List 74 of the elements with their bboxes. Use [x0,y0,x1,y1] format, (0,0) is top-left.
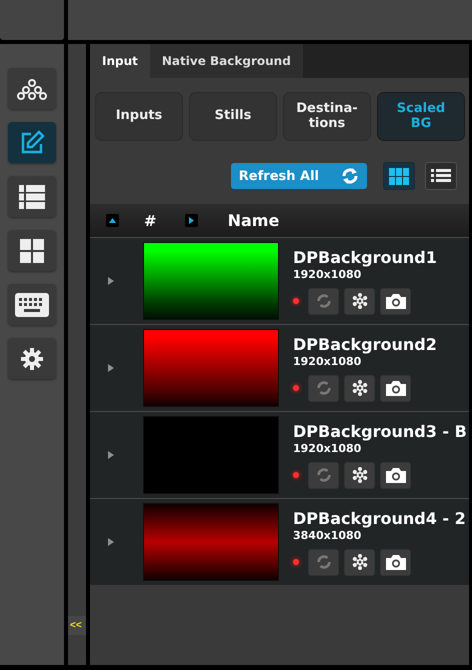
column-header: Name [228,211,280,230]
freeze-button[interactable] [344,374,375,402]
grid-icon [20,238,44,262]
sidebar-button[interactable] [8,176,56,217]
snowflake-icon [350,292,368,310]
status-dot-icon [293,298,299,304]
collapse-toggle[interactable]: << [68,616,86,635]
refresh-button[interactable] [308,548,339,576]
refresh-icon [341,167,359,185]
expand-icon[interactable] [108,364,114,372]
status-dot-icon [293,472,299,478]
sidebar-button[interactable] [8,68,56,109]
category-button[interactable]: Scaled BG [377,92,465,141]
snowflake-icon [350,466,368,484]
status-dot-icon [293,385,299,391]
refresh-icon [316,380,332,396]
edit-icon [19,130,45,156]
camera-icon [386,380,406,396]
hierarchy-icon [16,78,48,100]
list-icon [19,184,45,208]
source-name: DPBackground2 [293,334,437,354]
sidebar-button[interactable] [8,284,56,325]
list-view-button[interactable] [425,162,457,190]
settings-icon [21,348,43,370]
sidebar-button[interactable] [8,338,56,379]
sort-up-icon[interactable] [106,214,119,227]
freeze-button[interactable] [344,288,375,314]
camera-icon [386,554,406,570]
expand-icon[interactable] [108,277,114,285]
sidebar-button[interactable] [8,122,56,163]
source-name: DPBackground1 [293,248,437,266]
category-button[interactable]: Stills [189,92,277,141]
resolution-text: 3840x1080 [293,528,362,542]
tab[interactable]: Native Background [150,44,303,78]
snowflake-icon [350,379,368,397]
expand-icon[interactable] [108,451,114,459]
snapshot-button[interactable] [380,548,411,576]
refresh-button[interactable] [308,288,339,314]
refresh-icon [316,554,332,570]
snapshot-button[interactable] [380,462,411,488]
refresh-button[interactable] [308,462,339,488]
freeze-button[interactable] [344,462,375,488]
snapshot-button[interactable] [380,374,411,402]
camera-icon [386,293,406,309]
refresh-button[interactable] [308,374,339,402]
source-name: DPBackground4 - 2 [293,508,466,528]
grid-view-button[interactable] [383,162,415,190]
grid-icon [389,168,409,184]
keyboard-icon [15,292,49,316]
column-header: # [144,212,157,230]
camera-icon [386,467,406,483]
top-bar-panel [0,0,64,40]
freeze-button[interactable] [344,548,375,576]
category-button[interactable]: Inputs [95,92,183,141]
resolution-text: 1920x1080 [293,354,362,368]
snowflake-icon [350,553,368,571]
refresh-icon [316,293,332,309]
refresh-all-button[interactable]: Refresh All [230,163,367,189]
category-button[interactable]: Destina-tions [283,92,371,141]
status-dot-icon [293,559,299,565]
list-icon [431,168,451,184]
refresh-icon [316,467,332,483]
expand-icon[interactable] [108,538,114,546]
play-icon[interactable] [184,214,198,227]
snapshot-button[interactable] [380,288,411,314]
resolution-text: 1920x1080 [293,268,362,280]
table-row[interactable]: DPBackground3 - B 1920x1080 [90,411,469,498]
source-name: DPBackground3 - B [293,422,467,440]
table-row[interactable]: DPBackground2 1920x1080 [90,324,469,411]
resolution-text: 1920x1080 [293,442,362,454]
sidebar-button[interactable] [8,230,56,271]
table-row[interactable]: DPBackground1 1920x1080 [90,237,469,324]
tab[interactable]: Input [90,44,150,78]
table-row[interactable]: DPBackground4 - 2 3840x1080 [90,498,469,585]
